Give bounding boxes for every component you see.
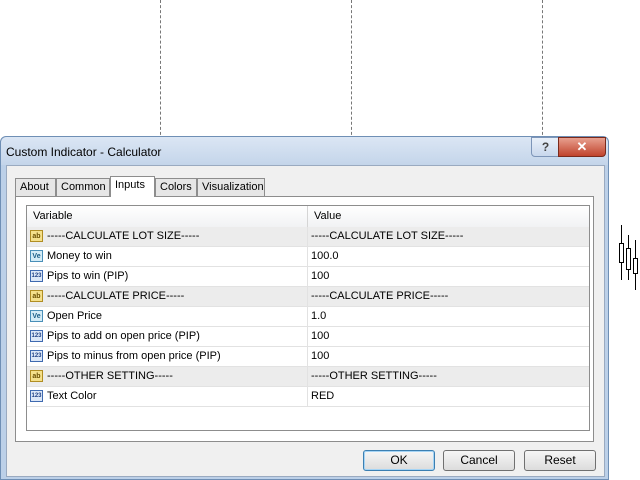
table-row[interactable]: 123 Pips to add on open price (PIP) 100 [27, 327, 589, 347]
chart-grid-line [351, 0, 352, 140]
variable-name: -----CALCULATE LOT SIZE----- [47, 230, 200, 242]
grid-header: Variable Value [27, 206, 589, 228]
table-row[interactable]: ab -----CALCULATE LOT SIZE----- -----CAL… [27, 227, 589, 247]
string-type-icon: ab [30, 290, 43, 302]
integer-type-icon: 123 [30, 330, 43, 342]
dialog-body: About Common Inputs Colors Visualization… [6, 165, 605, 477]
variable-name: Money to win [47, 250, 112, 262]
double-type-icon: Ve [30, 310, 43, 322]
variable-name: Open Price [47, 310, 103, 322]
integer-type-icon: 123 [30, 390, 43, 402]
title-bar[interactable]: Custom Indicator - Calculator ? ✕ [1, 137, 608, 165]
variable-value[interactable]: -----OTHER SETTING----- [311, 367, 437, 386]
chart-grid-line [542, 0, 543, 140]
table-row[interactable]: 123 Text Color RED [27, 387, 589, 407]
tab-about[interactable]: About [15, 178, 56, 196]
string-type-icon: ab [30, 370, 43, 382]
column-header-variable[interactable]: Variable [27, 206, 307, 227]
ok-button[interactable]: OK [363, 450, 435, 471]
variable-value[interactable]: 1.0 [311, 307, 326, 326]
table-row[interactable]: Ve Open Price 1.0 [27, 307, 589, 327]
variable-value[interactable]: -----CALCULATE PRICE----- [311, 287, 448, 306]
candle [626, 248, 631, 270]
close-button[interactable]: ✕ [558, 137, 606, 157]
variable-value[interactable]: 100.0 [311, 247, 339, 266]
indicator-dialog: Custom Indicator - Calculator ? ✕ About … [0, 136, 609, 480]
variable-name: Pips to add on open price (PIP) [47, 330, 200, 342]
tab-inputs[interactable]: Inputs [110, 176, 155, 197]
candle [633, 258, 638, 274]
variable-value[interactable]: 100 [311, 327, 329, 346]
integer-type-icon: 123 [30, 270, 43, 282]
variable-name: Pips to win (PIP) [47, 270, 129, 282]
chart-grid-line [160, 0, 161, 140]
variable-name: -----CALCULATE PRICE----- [47, 290, 185, 302]
string-type-icon: ab [30, 230, 43, 242]
variable-value[interactable]: RED [311, 387, 334, 406]
variable-value[interactable]: -----CALCULATE LOT SIZE----- [311, 227, 463, 246]
candle [619, 243, 624, 263]
table-row[interactable]: ab -----CALCULATE PRICE----- -----CALCUL… [27, 287, 589, 307]
inputs-tab-page: Variable Value ab -----CALCULATE LOT SIZ… [15, 196, 594, 442]
integer-type-icon: 123 [30, 350, 43, 362]
column-header-value[interactable]: Value [308, 206, 588, 227]
table-row[interactable]: ab -----OTHER SETTING----- -----OTHER SE… [27, 367, 589, 387]
window-title: Custom Indicator - Calculator [6, 145, 162, 159]
double-type-icon: Ve [30, 250, 43, 262]
variable-value[interactable]: 100 [311, 347, 329, 366]
tab-common[interactable]: Common [56, 178, 110, 196]
variable-name: Text Color [47, 390, 97, 402]
help-button[interactable]: ? [531, 137, 560, 157]
tab-colors[interactable]: Colors [155, 178, 197, 196]
table-row[interactable]: Ve Money to win 100.0 [27, 247, 589, 267]
table-row[interactable]: 123 Pips to minus from open price (PIP) … [27, 347, 589, 367]
table-row[interactable]: 123 Pips to win (PIP) 100 [27, 267, 589, 287]
variable-name: Pips to minus from open price (PIP) [47, 350, 221, 362]
variable-name: -----OTHER SETTING----- [47, 370, 173, 382]
inputs-grid: Variable Value ab -----CALCULATE LOT SIZ… [26, 205, 590, 431]
tab-visualization[interactable]: Visualization [197, 178, 265, 196]
cancel-button[interactable]: Cancel [443, 450, 515, 471]
variable-value[interactable]: 100 [311, 267, 329, 286]
reset-button[interactable]: Reset [524, 450, 596, 471]
